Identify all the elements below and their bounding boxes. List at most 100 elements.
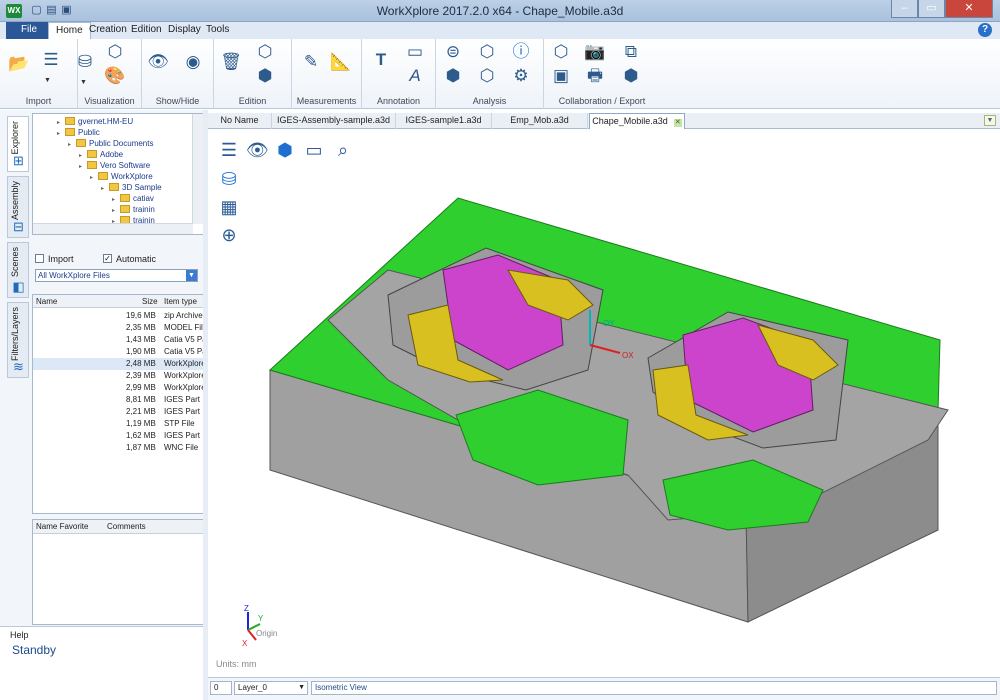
expand-arrow-icon[interactable]: ▸ (79, 162, 87, 173)
palette-icon[interactable]: 🎨 (104, 65, 126, 87)
tree-node[interactable]: ▸ Public Documents (68, 138, 153, 149)
print-icon[interactable]: 🖶 (584, 65, 606, 87)
layer-index-field[interactable]: 0 (210, 681, 232, 695)
automatic-checkbox[interactable]: ✓ (103, 254, 112, 263)
cylinder-view-icon[interactable]: ⛁ (218, 168, 240, 190)
publish-icon[interactable]: ▣ (550, 65, 572, 87)
layer-select[interactable]: Layer_0 ▼ (234, 681, 308, 695)
cube-view-icon[interactable]: ⬢ (274, 139, 296, 161)
model-render[interactable]: OY OX Z Y X Origin (208, 130, 1000, 676)
info-icon[interactable]: ⓘ (510, 41, 532, 63)
eye-icon[interactable]: ◉ (182, 51, 204, 73)
share-icon[interactable]: ⬡ (550, 41, 572, 63)
menu-icon[interactable]: ☰ (218, 139, 240, 161)
3d-viewport[interactable]: OY OX Z Y X Origin ☰ 👁 ⬢ ▭ ⌕ ⛁ ▦ ⊕ Units… (208, 130, 1000, 676)
measure-icon[interactable]: ✎ (300, 51, 322, 73)
expand-arrow-icon[interactable]: ▸ (57, 129, 65, 140)
file-row[interactable]: Morceau.stp1,19 MBSTP File (33, 418, 203, 430)
file-row[interactable]: CatiaV5-sample1...1,43 MBCatia V5 Pa (33, 334, 203, 346)
tab-tools[interactable]: Tools (199, 22, 236, 39)
expand-arrow-icon[interactable]: ▸ (101, 184, 109, 195)
doc-tab-emp-mob[interactable]: Emp_Mob.a3d (492, 113, 588, 129)
file-row[interactable]: pumpe.igs1,62 MBIGES Part (33, 430, 203, 442)
col-comments[interactable]: Comments (107, 520, 146, 534)
file-row[interactable]: Catiav4-sample2...2,35 MBMODEL File (33, 322, 203, 334)
tab-filters-layers[interactable]: Filters/Layers ≋ (7, 302, 29, 378)
file-row[interactable]: IGES-Assembly-s...8,81 MBIGES Part (33, 394, 203, 406)
import-checkbox[interactable] (35, 254, 44, 263)
tab-list-icon[interactable]: ▼ (984, 115, 996, 126)
section-icon[interactable]: ⊜ (442, 41, 464, 63)
package-icon[interactable]: ⬢ (620, 65, 642, 87)
export-icon[interactable]: ⧉ (620, 41, 642, 63)
tree-node[interactable]: ▸ trainin (112, 204, 155, 215)
tree-node[interactable]: ▸ Vero Software (79, 160, 150, 171)
tree-node[interactable]: ▸ WorkXplore (90, 171, 153, 182)
col-name[interactable]: Name (36, 295, 57, 308)
tree-node[interactable]: ▸ Public (57, 127, 100, 138)
frame-icon[interactable]: ▭ (404, 41, 426, 63)
thickness-icon[interactable]: ⬡ (476, 65, 498, 87)
visibility-icon[interactable]: 👁 (246, 139, 269, 161)
help-icon[interactable]: ? (978, 23, 992, 37)
list-icon[interactable]: ☰ (40, 49, 62, 71)
tree-node[interactable]: ▸ gvernet.HM-EU (57, 116, 133, 127)
chevron-down-icon[interactable]: ▼ (186, 270, 197, 281)
maximize-button[interactable]: ▭ (918, 0, 945, 18)
tree-node[interactable]: ▸ catiav (112, 193, 154, 204)
file-row[interactable]: IGES-sample1.igs2,21 MBIGES Part (33, 406, 203, 418)
copy-icon[interactable]: ⬡ (254, 41, 276, 63)
delete-icon[interactable]: 🗑 (220, 51, 242, 73)
minimize-button[interactable]: – (891, 0, 918, 18)
file-row[interactable]: CatiaV5-sample2...1,90 MBCatia V5 Pa (33, 346, 203, 358)
close-button[interactable]: ✕ (945, 0, 993, 18)
grid-icon[interactable]: ▦ (218, 196, 240, 218)
tree-scrollbar-horizontal[interactable] (33, 223, 193, 234)
file-row[interactable]: training.zip19,6 MBzip Archive (33, 310, 203, 322)
font-icon[interactable]: A (404, 65, 426, 87)
text-icon[interactable]: T (370, 49, 392, 71)
chevron-down-icon[interactable]: ▼ (298, 682, 305, 694)
draft-icon[interactable]: ⬢ (442, 65, 464, 87)
tab-scenes[interactable]: Scenes ◧ (7, 242, 29, 298)
open-folder-icon[interactable]: 📂 (8, 53, 30, 75)
move-icon[interactable]: ⬢ (254, 65, 276, 87)
file-row[interactable]: Chape_Mobile.a3d2,48 MBWorkXplore (33, 358, 203, 370)
cylinder-icon[interactable]: ⛁ (74, 51, 96, 73)
compare-icon[interactable]: ⚙ (510, 65, 532, 87)
zoom-icon[interactable]: ⌕ (332, 139, 354, 161)
tree-node[interactable]: ▸ 3D Sample (101, 182, 162, 193)
col-type[interactable]: Item type (164, 295, 197, 308)
camera-icon[interactable]: 📷 (584, 41, 606, 63)
doc-tab-chape-mobile[interactable]: Chape_Mobile.a3d ✕ (589, 113, 685, 129)
doc-tab-iges-sample1[interactable]: IGES-sample1.a3d (396, 113, 492, 129)
measure-tool-icon[interactable]: 📐 (330, 51, 352, 73)
chevron-down-icon[interactable]: ▼ (44, 77, 51, 84)
tree-scrollbar-vertical[interactable] (192, 114, 203, 224)
col-size[interactable]: Size (142, 295, 158, 308)
cube-icon[interactable]: ⬡ (104, 41, 126, 63)
tab-assembly[interactable]: Assembly ⊟ (7, 176, 29, 238)
file-row[interactable]: Emp_Mob.a3d2,99 MBWorkXplore (33, 382, 203, 394)
doc-tab-no-name[interactable]: No Name (208, 113, 272, 129)
target-icon[interactable]: ⊕ (218, 224, 240, 246)
show-hide-icon[interactable]: 👁 (147, 51, 169, 73)
file-row[interactable]: WorkNC-geomet...1,87 MBWNC File (33, 442, 203, 454)
analysis-cube-icon[interactable]: ⬡ (476, 41, 498, 63)
col-name-favorite[interactable]: Name Favorite (36, 520, 88, 534)
tab-explorer[interactable]: Explorer ⊞ (7, 116, 29, 172)
file-list[interactable]: Name Size Item type training.zip19,6 MBz… (32, 294, 204, 514)
file-row[interactable]: Control_pointclo...2,39 MBWorkXplore (33, 370, 203, 382)
group-analysis: ⊜ ⬡ ⓘ ⬢ ⬡ ⚙ Analysis (436, 39, 544, 109)
tree-node[interactable]: ▸ Adobe (79, 149, 123, 160)
expand-arrow-icon[interactable]: ▸ (68, 140, 76, 151)
chevron-down-icon[interactable]: ▼ (80, 79, 87, 86)
folder-tree[interactable]: ▸ gvernet.HM-EU ▸ Public ▸ Public Documents ▸ A… (32, 113, 204, 235)
tab-file[interactable]: File (6, 22, 52, 39)
close-tab-icon[interactable]: ✕ (673, 119, 682, 127)
window-icon[interactable]: ▭ (303, 139, 325, 161)
expand-arrow-icon[interactable]: ▸ (90, 173, 98, 184)
file-filter-select[interactable]: All WorkXplore Files ▼ (35, 269, 198, 282)
doc-tab-iges-assembly[interactable]: IGES-Assembly-sample.a3d (272, 113, 396, 129)
ox-label: OX (622, 351, 634, 360)
